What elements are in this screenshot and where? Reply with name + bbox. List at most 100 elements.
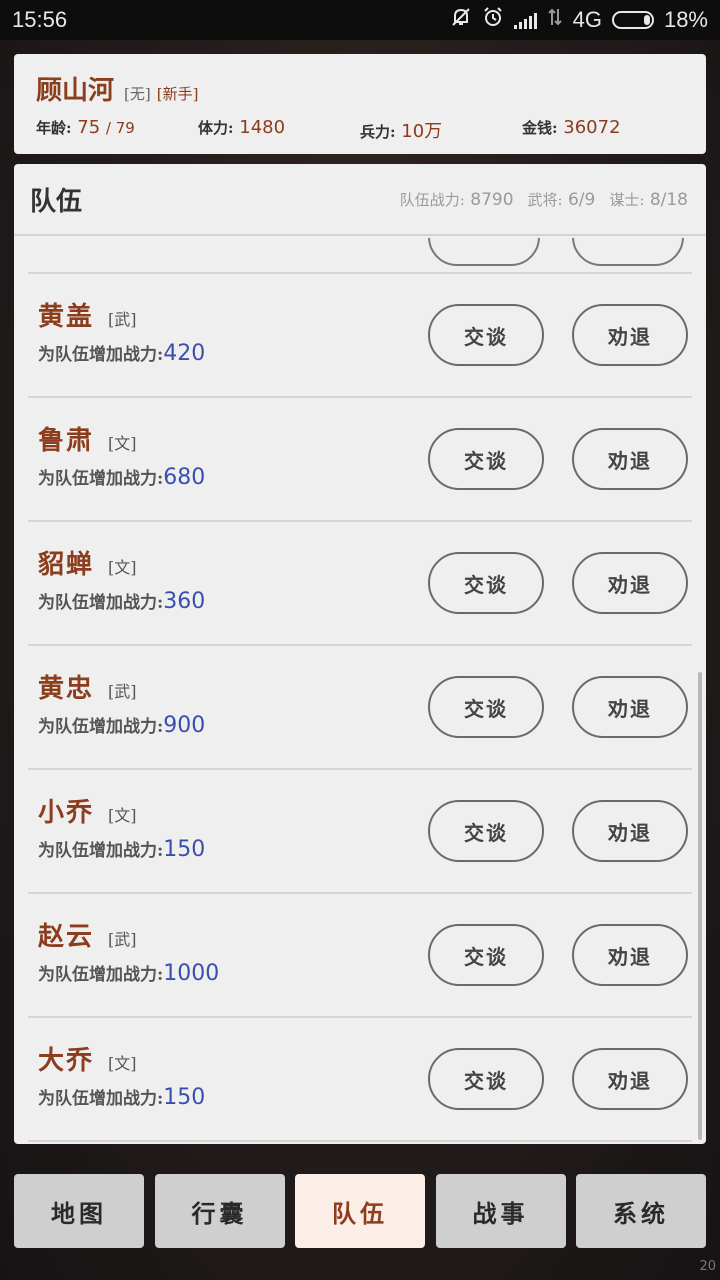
stat-money-value: 36072: [563, 117, 621, 138]
alarm-icon: [482, 6, 504, 34]
talk-button[interactable]: 交谈: [428, 1048, 544, 1110]
member-power: 为队伍增加战力:150: [38, 836, 205, 862]
member-row: 鲁肃 [文] 为队伍增加战力:680 交谈 劝退: [28, 398, 692, 522]
member-power-value: 150: [163, 1085, 206, 1110]
partial-talk-button[interactable]: [428, 238, 540, 266]
member-name: 鲁肃: [38, 426, 95, 456]
member-name: 黄盖: [38, 302, 95, 332]
player-rank-tag: [新手]: [156, 85, 199, 103]
battery-icon: [611, 11, 654, 29]
muted-bell-icon: [450, 6, 472, 34]
talk-button[interactable]: 交谈: [428, 428, 544, 490]
stat-troops-value: 10万: [401, 121, 443, 142]
member-row: 貂蝉 [文] 为队伍增加战力:360 交谈 劝退: [28, 522, 692, 646]
dismiss-button[interactable]: 劝退: [572, 676, 688, 738]
talk-button[interactable]: 交谈: [428, 676, 544, 738]
member-power: 为队伍增加战力:680: [38, 464, 205, 490]
team-header: 队伍 队伍战力: 8790 武将: 6/9 谋士: 8/18: [14, 164, 706, 236]
member-type: [文]: [108, 806, 137, 825]
stat-stamina: 体力: 1480: [198, 117, 360, 143]
member-name: 小乔: [38, 798, 95, 828]
member-rows: 黄盖 [武] 为队伍增加战力:420 交谈 劝退 鲁肃 [文] 为队伍增加战力:680 交谈 劝退…: [28, 274, 692, 1142]
player-card: 顾山河 [无] [新手] 年龄: 75 / 79 体力: 1480 兵力: 10…: [14, 54, 706, 154]
team-title: 队伍: [30, 186, 83, 217]
dismiss-button[interactable]: 劝退: [572, 924, 688, 986]
member-row: 大乔 [文] 为队伍增加战力:150 交谈 劝退: [28, 1018, 692, 1142]
member-power-label: 为队伍增加战力:: [38, 469, 164, 489]
stat-age-label: 年龄:: [36, 119, 72, 137]
stat-stamina-value: 1480: [239, 117, 286, 138]
status-time: 15:56: [12, 7, 68, 32]
member-type: [武]: [108, 310, 137, 329]
signal-icon: [513, 11, 537, 29]
stat-money: 金钱: 36072: [522, 117, 684, 143]
status-bar: 15:56 4G 18%: [0, 0, 720, 40]
team-power-label: 队伍战力:: [399, 190, 465, 209]
dismiss-button[interactable]: 劝退: [572, 552, 688, 614]
member-name-row: 黄盖 [武]: [38, 296, 137, 333]
battery-percent: 18%: [663, 7, 708, 32]
partial-list-item: [28, 238, 692, 274]
team-power: 队伍战力: 8790: [400, 189, 514, 210]
player-stats: 年龄: 75 / 79 体力: 1480 兵力: 10万 金钱: 36072: [36, 117, 684, 143]
talk-button[interactable]: 交谈: [428, 800, 544, 862]
member-name-row: 小乔 [文]: [38, 792, 137, 829]
member-name-row: 赵云 [武]: [38, 916, 137, 953]
team-generals-label: 武将:: [527, 190, 563, 209]
talk-button[interactable]: 交谈: [428, 924, 544, 986]
dismiss-button[interactable]: 劝退: [572, 304, 688, 366]
scrollbar[interactable]: [698, 672, 702, 1140]
dismiss-button[interactable]: 劝退: [572, 800, 688, 862]
stat-age-value: 75: [77, 117, 101, 138]
team-advisors: 谋士: 8/18: [609, 189, 688, 210]
team-advisors-value: 8/18: [649, 189, 688, 210]
member-power-label: 为队伍增加战力:: [38, 717, 164, 737]
member-power: 为队伍增加战力:150: [38, 1084, 205, 1110]
member-name-row: 黄忠 [武]: [38, 668, 137, 705]
member-power-value: 420: [163, 341, 206, 366]
team-stats: 队伍战力: 8790 武将: 6/9 谋士: 8/18: [400, 189, 688, 210]
stat-troops: 兵力: 10万: [360, 117, 522, 143]
member-type: [文]: [108, 1054, 137, 1073]
talk-button[interactable]: 交谈: [428, 304, 544, 366]
member-power-label: 为队伍增加战力:: [38, 345, 164, 365]
nav-system-button[interactable]: 系统: [576, 1174, 706, 1248]
member-power-value: 900: [163, 713, 206, 738]
stat-money-label: 金钱:: [522, 119, 558, 137]
status-icons: 4G 18%: [450, 6, 708, 34]
member-row: 黄盖 [武] 为队伍增加战力:420 交谈 劝退: [28, 274, 692, 398]
member-name-row: 大乔 [文]: [38, 1040, 137, 1077]
corner-text: 20: [699, 1259, 716, 1274]
member-power-label: 为队伍增加战力:: [38, 841, 164, 861]
partial-dismiss-button[interactable]: [572, 238, 684, 266]
nav-map-button[interactable]: 地图: [14, 1174, 144, 1248]
member-power-label: 为队伍增加战力:: [38, 1089, 164, 1109]
player-name: 顾山河: [36, 76, 115, 106]
member-row: 赵云 [武] 为队伍增加战力:1000 交谈 劝退: [28, 894, 692, 1018]
team-member-list[interactable]: 黄盖 [武] 为队伍增加战力:420 交谈 劝退 鲁肃 [文] 为队伍增加战力:680 交谈 劝退…: [28, 238, 692, 1142]
nav-war-button[interactable]: 战事: [435, 1174, 566, 1248]
member-power-label: 为队伍增加战力:: [38, 593, 164, 613]
member-name: 黄忠: [38, 674, 95, 704]
nav-team-button[interactable]: 队伍: [295, 1174, 425, 1248]
member-power-value: 1000: [163, 961, 220, 986]
stat-age-max: / 79: [105, 119, 135, 137]
member-power: 为队伍增加战力:1000: [38, 960, 219, 986]
member-name: 大乔: [38, 1046, 95, 1076]
member-power-label: 为队伍增加战力:: [38, 965, 164, 985]
nav-bag-button[interactable]: 行囊: [154, 1174, 285, 1248]
member-power-value: 150: [163, 837, 206, 862]
member-type: [文]: [108, 434, 137, 453]
member-type: [武]: [108, 930, 137, 949]
dismiss-button[interactable]: 劝退: [572, 428, 688, 490]
member-name-row: 鲁肃 [文]: [38, 420, 137, 457]
team-advisors-label: 谋士:: [609, 190, 645, 209]
dismiss-button[interactable]: 劝退: [572, 1048, 688, 1110]
bottom-nav: 地图 行囊 队伍 战事 系统: [14, 1174, 706, 1248]
network-type: 4G: [572, 7, 602, 32]
data-arrows-icon: [547, 7, 563, 33]
member-power-value: 680: [163, 465, 206, 490]
player-faction-tag: [无]: [124, 85, 151, 103]
talk-button[interactable]: 交谈: [428, 552, 544, 614]
member-row: 黄忠 [武] 为队伍增加战力:900 交谈 劝退: [28, 646, 692, 770]
